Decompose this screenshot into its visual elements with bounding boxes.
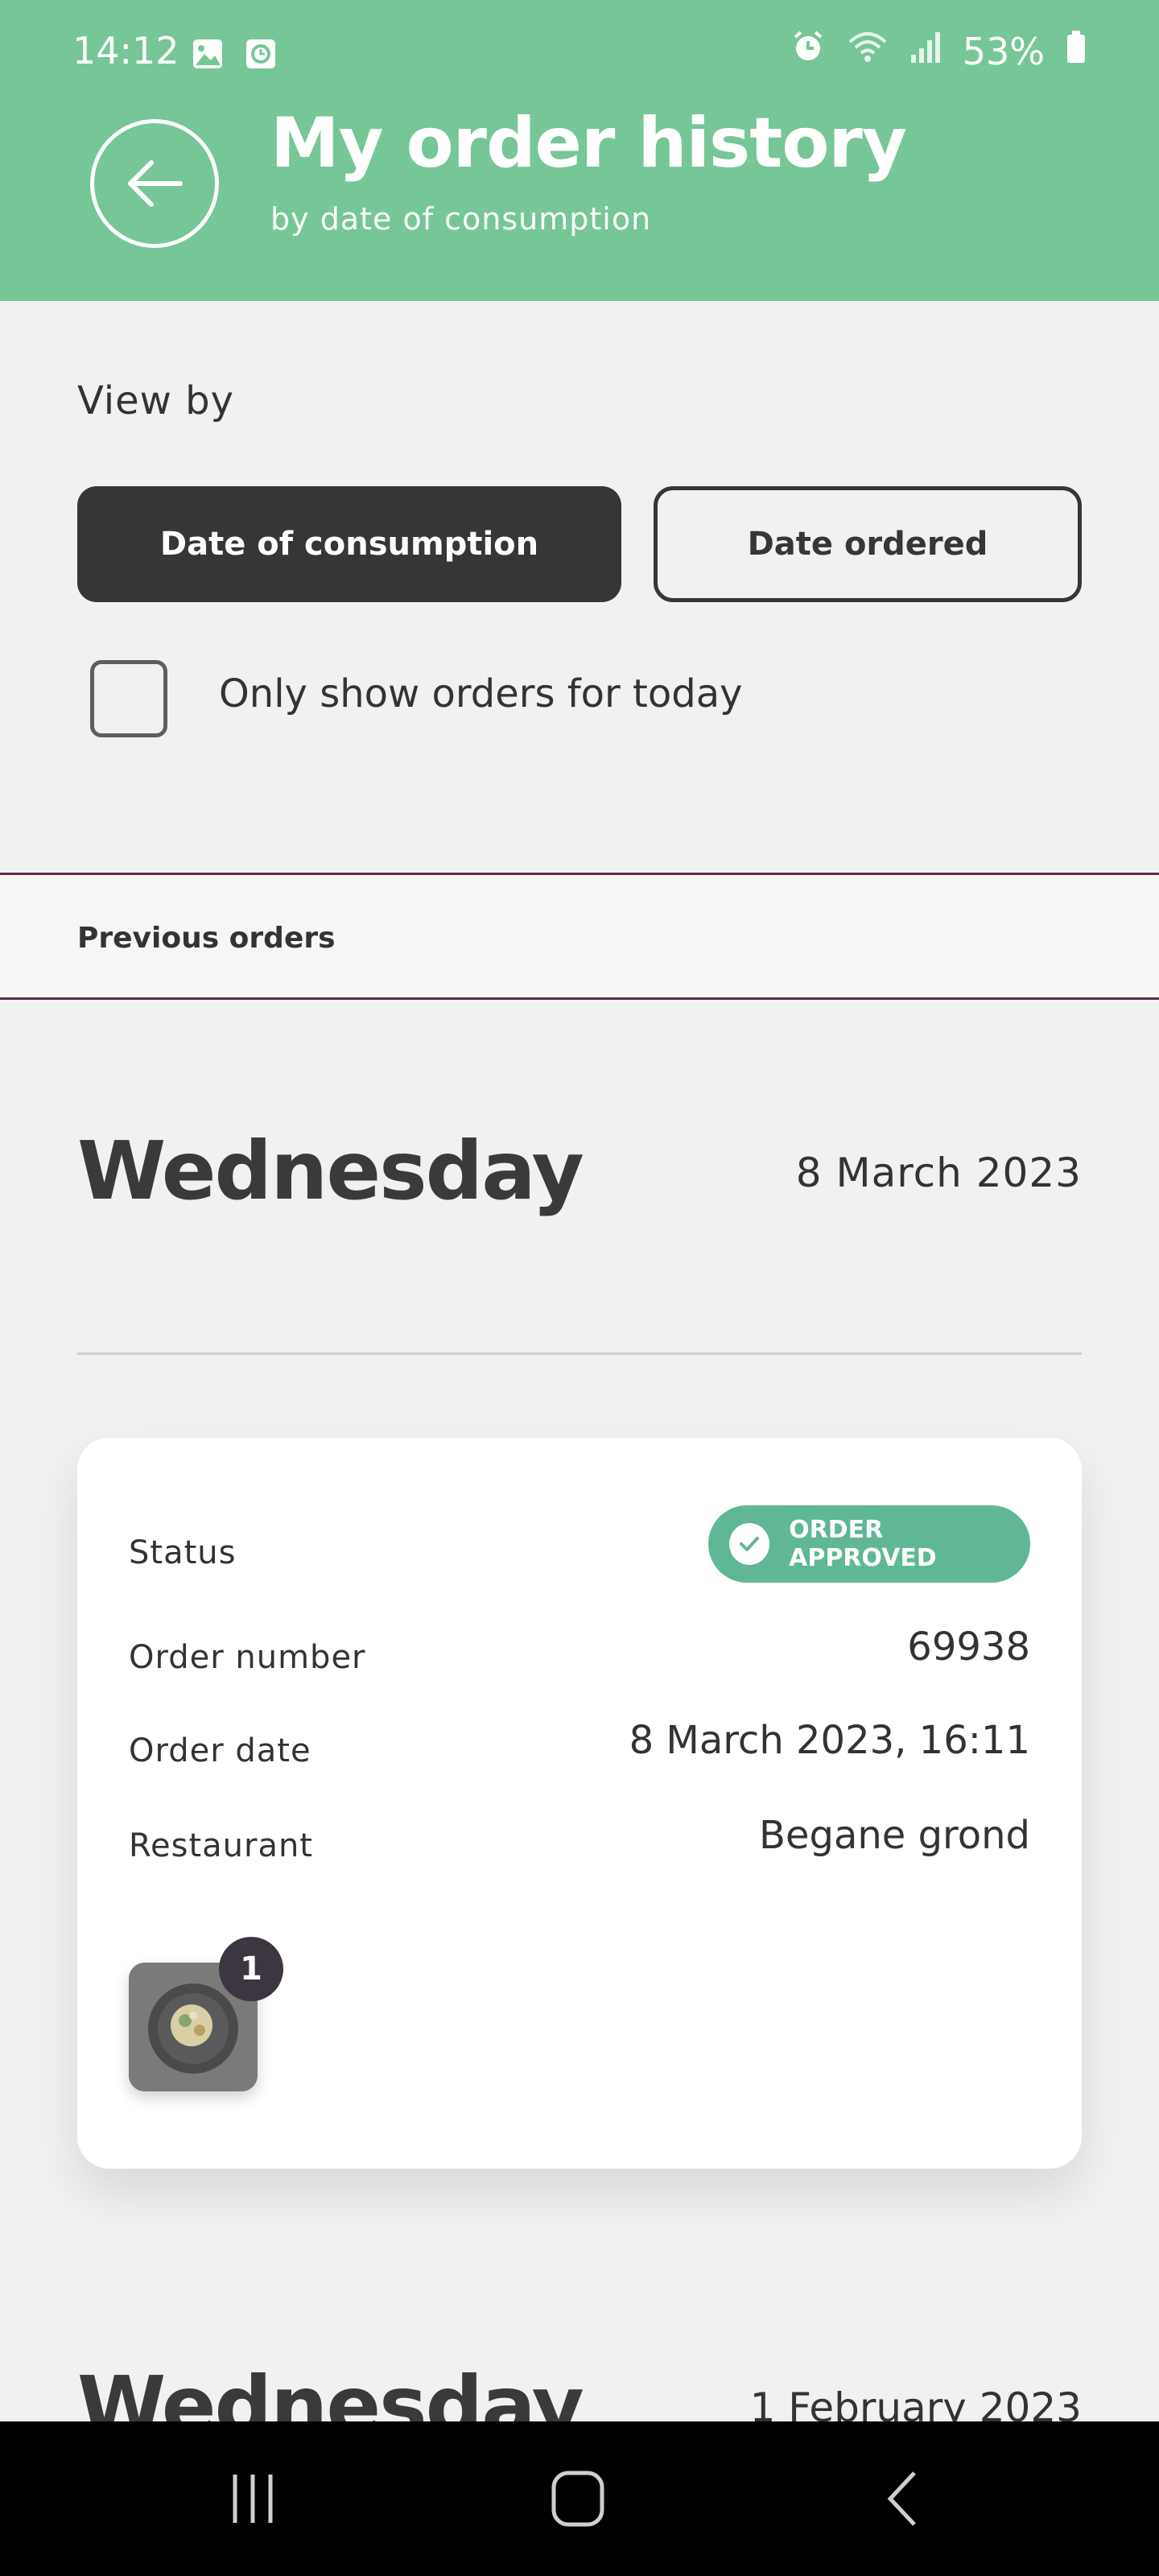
battery-icon xyxy=(1066,29,1087,73)
day-date: 8 March 2023 xyxy=(795,1150,1082,1196)
date-ordered-button[interactable]: Date ordered xyxy=(654,486,1082,602)
gallery-icon xyxy=(192,35,224,68)
day-name: Wednesday xyxy=(77,1124,584,1218)
order-number-label: Order number xyxy=(129,1639,366,1676)
check-icon xyxy=(729,1523,770,1565)
status-label: Status xyxy=(129,1534,237,1571)
restaurant-value: Begane grond xyxy=(759,1813,1030,1858)
status-badge: ORDER APPROVED xyxy=(708,1505,1030,1583)
battery-level: 53% xyxy=(962,29,1045,73)
back-button[interactable] xyxy=(90,119,219,248)
recent-apps-button[interactable] xyxy=(212,2467,293,2531)
status-right: 53% xyxy=(790,29,1087,73)
order-date-label: Order date xyxy=(129,1732,311,1769)
today-only-label[interactable]: Only show orders for today xyxy=(219,671,743,716)
home-button[interactable] xyxy=(538,2467,618,2531)
chevron-left-icon xyxy=(887,2471,916,2526)
recent-apps-icon xyxy=(233,2475,273,2523)
restaurant-label: Restaurant xyxy=(129,1827,313,1864)
status-time: 14:12 xyxy=(72,29,179,72)
item-quantity-badge: 1 xyxy=(219,1937,283,2001)
alarm-icon xyxy=(790,29,826,73)
today-only-checkbox[interactable] xyxy=(90,660,167,737)
status-bar: 14:12 53% xyxy=(0,0,1159,103)
system-nav-bar xyxy=(0,2421,1159,2576)
status-badge-text: ORDER APPROVED xyxy=(789,1516,937,1572)
system-back-button[interactable] xyxy=(863,2467,943,2531)
app-header: 14:12 53% My order history by date of co… xyxy=(0,0,1159,301)
clock-app-icon xyxy=(245,35,277,68)
order-card[interactable]: Status ORDER APPROVED Order number 69938… xyxy=(77,1438,1082,2169)
order-date-value: 8 March 2023, 16:11 xyxy=(629,1718,1030,1763)
arrow-left-icon xyxy=(128,160,183,207)
signal-icon xyxy=(909,29,942,73)
date-of-consumption-button[interactable]: Date of consumption xyxy=(77,486,621,602)
wifi-icon xyxy=(847,29,889,73)
section-title: Previous orders xyxy=(77,922,336,955)
page-title: My order history xyxy=(270,103,907,184)
order-number-value: 69938 xyxy=(907,1624,1030,1670)
previous-orders-section: Previous orders xyxy=(0,873,1159,1000)
view-by-label: View by xyxy=(77,378,235,423)
divider xyxy=(77,1352,1082,1355)
page-subtitle: by date of consumption xyxy=(270,201,652,237)
home-icon xyxy=(551,2471,604,2527)
